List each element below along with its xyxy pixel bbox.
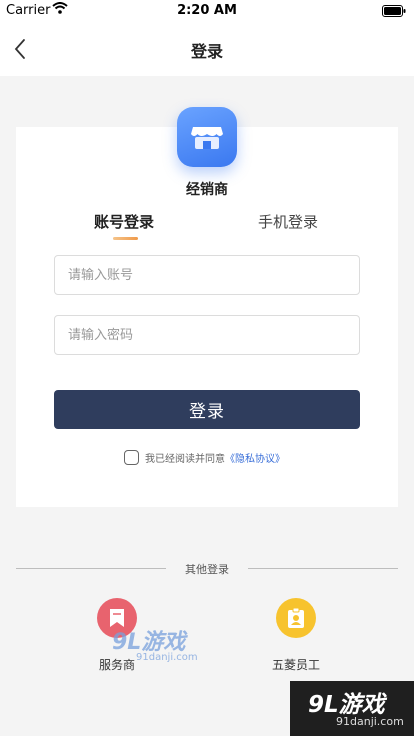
- badge-icon: [276, 598, 316, 638]
- battery-icon: [382, 5, 406, 21]
- account-input[interactable]: [54, 255, 360, 295]
- app-name: 经销商: [186, 182, 228, 198]
- password-input[interactable]: [54, 315, 360, 355]
- login-card: 经销商 账号登录 手机登录 登录 我已经阅读并同意 《隐私协议》: [16, 107, 398, 507]
- tab-indicator: [113, 237, 138, 240]
- watermark-badge: 9L游戏 91danji.com: [290, 681, 414, 736]
- tab-account-login[interactable]: 账号登录: [94, 211, 154, 232]
- watermark-overlay: 9L游戏 91danji.com: [112, 624, 198, 663]
- employee-login[interactable]: 五菱员工: [256, 598, 336, 673]
- employee-label: 五菱员工: [271, 658, 320, 672]
- other-login-title: 其他登录: [185, 563, 229, 576]
- watermark-badge-domain: 91danji.com: [336, 715, 404, 728]
- other-login-divider: 其他登录: [0, 561, 414, 577]
- divider-line-right: [248, 568, 398, 569]
- store-icon: [177, 107, 237, 167]
- clock: 2:20 AM: [177, 3, 237, 18]
- status-bar: Carrier 2:20 AM: [0, 0, 414, 22]
- agree-checkbox[interactable]: [124, 449, 139, 465]
- tab-phone-login[interactable]: 手机登录: [258, 211, 318, 232]
- privacy-link[interactable]: 《隐私协议》: [225, 450, 285, 465]
- agreement-row: 我已经阅读并同意 《隐私协议》: [124, 449, 285, 465]
- nav-bar: 登录: [0, 22, 414, 76]
- watermark-badge-logo: 9L游戏: [308, 692, 385, 718]
- agree-text: 我已经阅读并同意: [145, 453, 225, 465]
- watermark-domain: 91danji.com: [136, 652, 198, 663]
- page-title: 登录: [190, 42, 223, 61]
- login-button[interactable]: 登录: [54, 390, 360, 429]
